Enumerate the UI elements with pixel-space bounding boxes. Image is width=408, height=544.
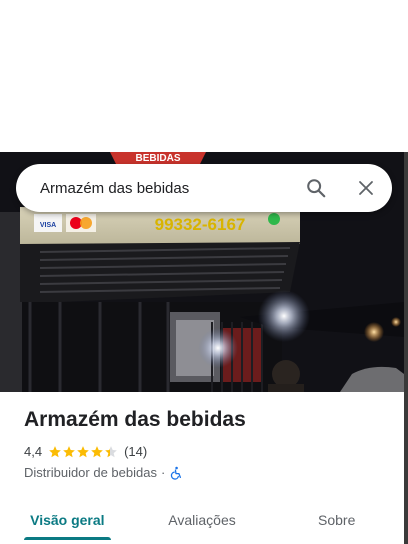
blank-area [0, 0, 408, 152]
sign-phone-text: 99332-6167 [155, 215, 246, 234]
category-row: Distribuidor de bebidas · [24, 465, 183, 480]
clear-search-button[interactable] [346, 168, 386, 208]
visa-card-logo: VISA [40, 222, 56, 229]
wheelchair-icon[interactable] [169, 466, 183, 480]
tab-about[interactable]: Sobre [269, 496, 404, 544]
category-label[interactable]: Distribuidor de bebidas [24, 465, 157, 480]
star-icon [105, 445, 117, 457]
place-tabs: Visão geral Avaliações Sobre [0, 496, 404, 544]
tab-overview[interactable]: Visão geral [0, 496, 135, 544]
close-icon [359, 181, 373, 195]
star-icon [49, 445, 61, 457]
search-button[interactable] [296, 168, 336, 208]
place-title: Armazém das bebidas [24, 408, 246, 431]
place-info-panel: Armazém das bebidas 4,4 (14) Distribuido… [0, 392, 404, 544]
search-query-text[interactable]: Armazém das bebidas [40, 180, 296, 197]
separator-dot: · [160, 465, 166, 480]
search-icon [307, 179, 326, 198]
star-icon [77, 445, 89, 457]
search-bar[interactable]: Armazém das bebidas [16, 164, 392, 212]
whatsapp-icon [268, 213, 280, 225]
review-count[interactable]: (14) [124, 444, 147, 459]
tab-reviews[interactable]: Avaliações [135, 496, 270, 544]
sign-logo-text: BEBIDAS [135, 153, 180, 164]
star-rating [48, 445, 118, 459]
star-icon [91, 445, 103, 457]
side-panel-edge [404, 152, 408, 544]
star-icon [63, 445, 75, 457]
rating-value: 4,4 [24, 444, 43, 459]
rating-row[interactable]: 4,4 (14) [24, 444, 147, 459]
